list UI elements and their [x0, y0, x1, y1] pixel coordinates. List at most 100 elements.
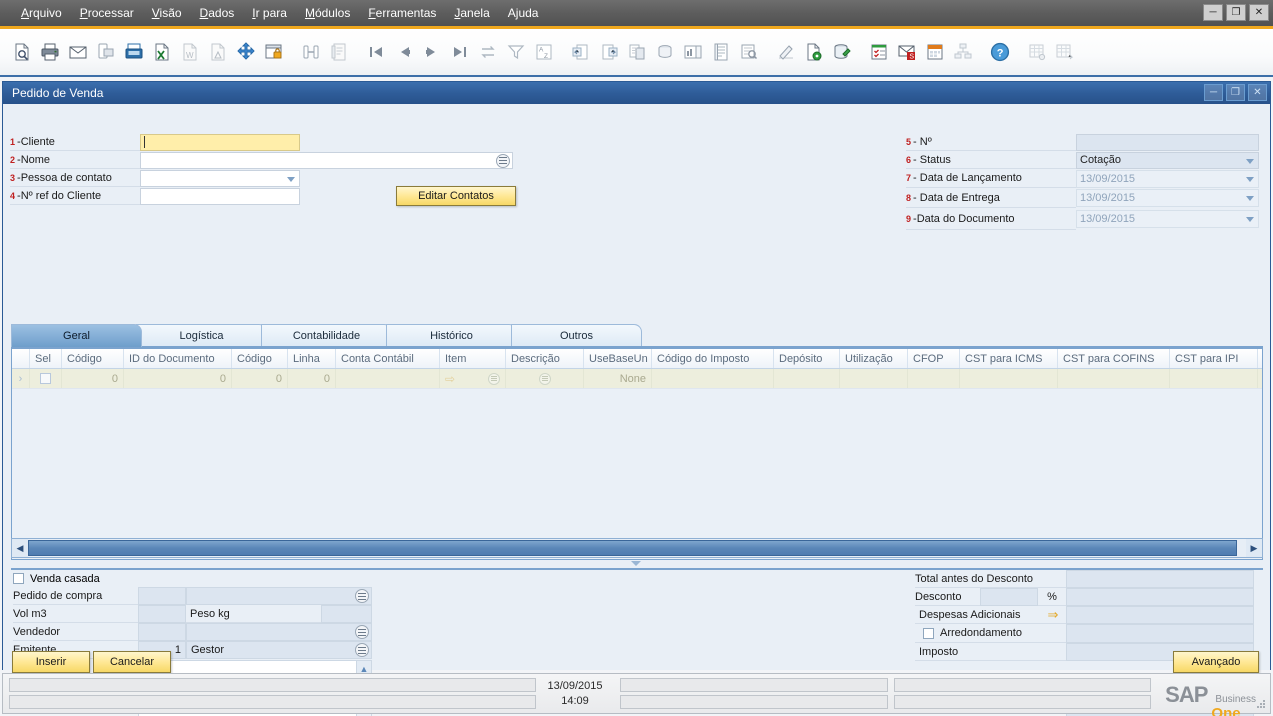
dropdown-pessoa-contato[interactable]: [140, 169, 300, 187]
document-restore-icon[interactable]: ❐: [1226, 84, 1245, 101]
cell-descricao[interactable]: [506, 369, 584, 388]
query-manager-icon[interactable]: [735, 39, 762, 66]
calendar-icon[interactable]: [921, 39, 948, 66]
input-data-entrega[interactable]: 13/09/2015: [1076, 189, 1259, 207]
grid-header-cst-cofins[interactable]: CST para COFINS: [1058, 349, 1170, 368]
new-document-settings-icon[interactable]: [800, 39, 827, 66]
restore-icon[interactable]: ❐: [1226, 4, 1246, 21]
menu-item-dados[interactable]: Dados: [191, 3, 244, 23]
document-close-icon[interactable]: ✕: [1248, 84, 1267, 101]
cell-cfop[interactable]: [908, 369, 960, 388]
print-icon[interactable]: [36, 39, 63, 66]
cell-codigo[interactable]: 0: [62, 369, 124, 388]
input-peso-kg[interactable]: [321, 605, 372, 623]
minimize-icon[interactable]: ─: [1203, 4, 1223, 21]
browse-icon[interactable]: [355, 625, 369, 639]
print-preview-icon[interactable]: [8, 39, 35, 66]
grid-header-codigo-imposto[interactable]: Código do Imposto: [652, 349, 774, 368]
grid-header-cst-icms[interactable]: CST para ICMS: [960, 349, 1058, 368]
menu-item-processar[interactable]: Processar: [71, 3, 143, 23]
grid-header-sel[interactable]: Sel: [30, 349, 62, 368]
cell-linha[interactable]: 0: [288, 369, 336, 388]
close-icon[interactable]: ✕: [1249, 4, 1269, 21]
grid-horizontal-scrollbar[interactable]: ◀ ▶: [11, 538, 1263, 558]
row-select-checkbox[interactable]: [30, 369, 62, 388]
menu-item-janela[interactable]: Janela: [445, 3, 498, 23]
insert-button[interactable]: Inserir: [12, 651, 90, 673]
input-vendedor-num[interactable]: [138, 623, 186, 641]
scroll-left-icon[interactable]: ◀: [12, 539, 28, 557]
grid-header-item[interactable]: Item: [440, 349, 506, 368]
last-record-icon[interactable]: [446, 39, 473, 66]
filter-icon[interactable]: [502, 39, 529, 66]
tab-geral[interactable]: Geral: [11, 324, 142, 347]
chevron-down-icon[interactable]: [1246, 158, 1254, 164]
grid-header-conta-contabil[interactable]: Conta Contábil: [336, 349, 440, 368]
value-desconto[interactable]: [1066, 588, 1254, 606]
menu-item-ferramentas[interactable]: Ferramentas: [359, 3, 445, 23]
scroll-right-icon[interactable]: ▶: [1246, 539, 1262, 557]
cell-codigo-imposto[interactable]: [652, 369, 774, 388]
cell-cst-cofins[interactable]: [1058, 369, 1170, 388]
input-pedido-compra-num[interactable]: [138, 587, 186, 605]
venda-casada-row[interactable]: Venda casada: [13, 570, 393, 587]
despesas-link-arrow-icon[interactable]: ⇒: [1040, 606, 1066, 624]
cancel-button[interactable]: Cancelar: [93, 651, 171, 673]
input-vol-m3[interactable]: [138, 605, 186, 623]
data-sources-icon[interactable]: [828, 39, 855, 66]
cell-id-documento[interactable]: 0: [124, 369, 232, 388]
add-record-icon[interactable]: [325, 39, 352, 66]
menu-item-arquivo[interactable]: Arquivo: [12, 3, 71, 23]
export-to-pdf-icon[interactable]: [204, 39, 231, 66]
value-total-antes-desconto[interactable]: [1066, 570, 1254, 588]
sort-icon[interactable]: AZ: [530, 39, 557, 66]
input-nome[interactable]: [140, 151, 513, 169]
input-pedido-compra-text[interactable]: [186, 587, 372, 605]
input-num-ref-cliente[interactable]: [140, 187, 300, 205]
refresh-icon[interactable]: [474, 39, 501, 66]
scrollbar-thumb[interactable]: [28, 540, 1238, 556]
grid-header-deposito[interactable]: Depósito: [774, 349, 840, 368]
cell-usebaseun[interactable]: None: [584, 369, 652, 388]
export-to-excel-icon[interactable]: [148, 39, 175, 66]
grid-header-linha[interactable]: Linha: [288, 349, 336, 368]
organization-chart-icon[interactable]: [949, 39, 976, 66]
browse-icon[interactable]: [496, 153, 510, 168]
tab-contabilidade[interactable]: Contabilidade: [261, 324, 392, 347]
cell-cst-ipi[interactable]: [1170, 369, 1258, 388]
next-record-icon[interactable]: [418, 39, 445, 66]
edit-contacts-button[interactable]: Editar Contatos: [396, 186, 516, 206]
scrollbar-track[interactable]: [28, 539, 1246, 557]
grid-header-cst-ipi[interactable]: CST para IPI: [1170, 349, 1258, 368]
previous-record-icon[interactable]: [390, 39, 417, 66]
grid-header-indicator[interactable]: [12, 349, 30, 368]
drill-down-icon[interactable]: [651, 39, 678, 66]
cell-cst-pa[interactable]: [1258, 369, 1262, 388]
help-icon[interactable]: ?: [986, 39, 1013, 66]
tab-historico[interactable]: Histórico: [386, 324, 517, 347]
input-cliente[interactable]: [140, 133, 300, 151]
input-desconto-pct[interactable]: [980, 588, 1038, 606]
messages-icon[interactable]: S: [893, 39, 920, 66]
sms-icon[interactable]: [92, 39, 119, 66]
tab-outros[interactable]: Outros: [511, 324, 642, 347]
email-icon[interactable]: [64, 39, 91, 66]
chevron-down-icon[interactable]: [287, 176, 295, 182]
cell-cst-icms[interactable]: [960, 369, 1058, 388]
resize-grip-icon[interactable]: [1256, 700, 1266, 710]
grid-settings-icon[interactable]: [1023, 39, 1050, 66]
layout-designer-icon[interactable]: [707, 39, 734, 66]
lock-screen-icon[interactable]: [260, 39, 287, 66]
document-copy-icon[interactable]: [623, 39, 650, 66]
input-data-documento[interactable]: 13/09/2015: [1076, 210, 1259, 228]
chevron-down-icon[interactable]: [1246, 196, 1254, 201]
next-document-icon[interactable]: [595, 39, 622, 66]
first-record-icon[interactable]: [362, 39, 389, 66]
grid-header-codigo-2[interactable]: Código: [232, 349, 288, 368]
launch-application-icon[interactable]: [232, 39, 259, 66]
browse-icon[interactable]: [355, 589, 369, 603]
menu-item-ajuda[interactable]: Ajuda: [499, 3, 548, 23]
cell-codigo-2[interactable]: 0: [232, 369, 288, 388]
grid-header-cfop[interactable]: CFOP: [908, 349, 960, 368]
tab-logistica[interactable]: Logística: [136, 324, 267, 347]
